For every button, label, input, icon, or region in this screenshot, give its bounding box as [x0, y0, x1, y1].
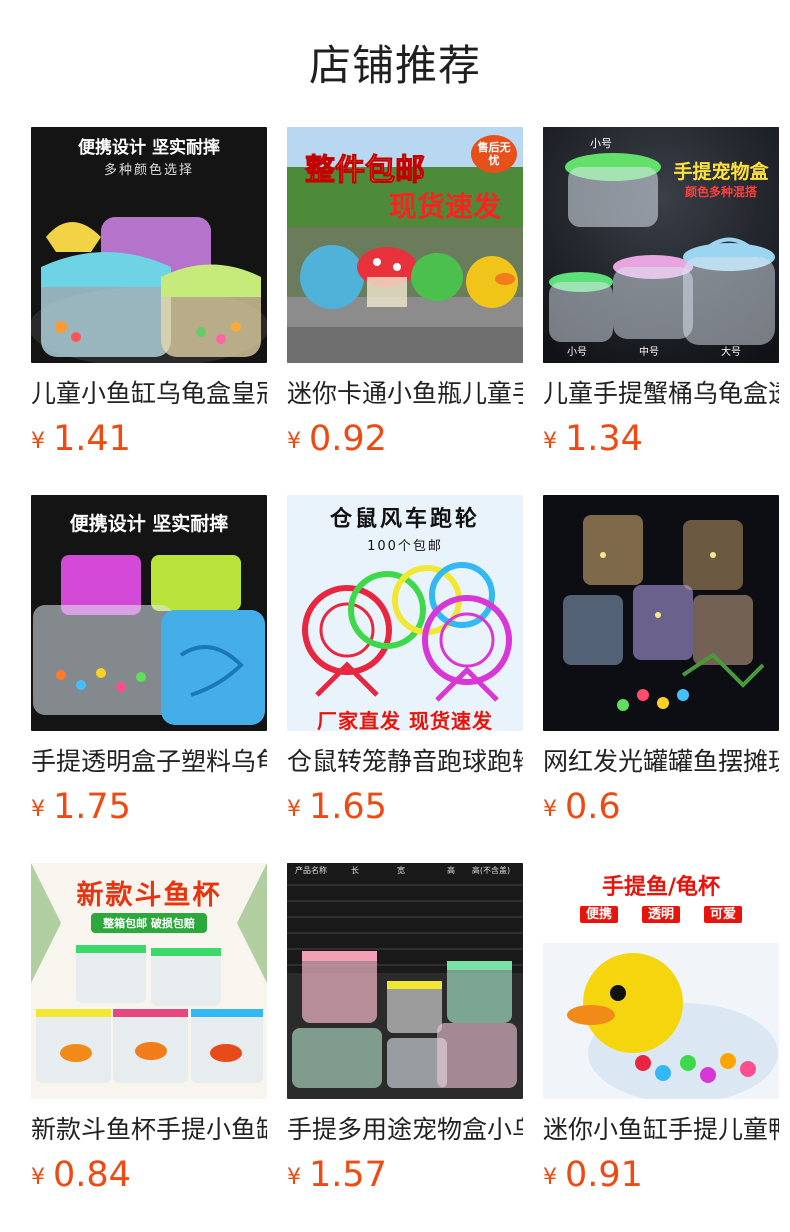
currency-symbol: ¥	[287, 797, 301, 822]
product-name[interactable]: 新款斗鱼杯手提小鱼缸	[31, 1113, 267, 1147]
price-amount: 1.65	[309, 787, 387, 827]
glowing-jars-image[interactable]	[543, 495, 779, 731]
product-name[interactable]: 网红发光罐罐鱼摆摊玩具	[543, 745, 779, 779]
product-price: ¥0.84	[31, 1155, 267, 1195]
product-name[interactable]: 迷你小鱼缸手提儿童鸭子	[543, 1113, 779, 1147]
product-card[interactable]: 仓鼠风车跑轮 100个包邮 厂家直发 现货速发 仓鼠转笼静音跑球跑轮玩具 ¥1.…	[287, 495, 523, 863]
product-name[interactable]: 手提多用途宠物盒小乌龟	[287, 1113, 523, 1147]
price-amount: 1.41	[53, 419, 131, 459]
price-amount: 1.34	[565, 419, 643, 459]
multipurpose-pet-box-image[interactable]: 产品名称 长 宽 高 高(不含盖)	[287, 863, 523, 1099]
product-price: ¥1.65	[287, 787, 523, 827]
product-price: ¥0.91	[543, 1155, 779, 1195]
price-amount: 1.75	[53, 787, 131, 827]
betta-cups-image[interactable]: 新款斗鱼杯 整箱包邮 破损包赔	[31, 863, 267, 1099]
currency-symbol: ¥	[543, 797, 557, 822]
product-card[interactable]: 手提宠物盒 颜色多种混搭 小号 小号 中号 大号 儿童手提蟹桶乌龟盒透明 ¥1.…	[543, 127, 779, 495]
price-amount: 0.91	[565, 1155, 643, 1195]
crown-lid-fish-boxes-image[interactable]: 便携设计 坚实耐摔 多种颜色选择	[31, 127, 267, 363]
currency-symbol: ¥	[31, 1165, 45, 1190]
product-name[interactable]: 手提透明盒子塑料乌龟盒	[31, 745, 267, 779]
currency-symbol: ¥	[31, 429, 45, 454]
section-title: 店铺推荐	[308, 41, 481, 90]
shop-recommendations-page: 店铺推荐 便携设计 坚实耐摔 多种颜色选择 儿童小鱼缸乌龟盒皇 ¥ 1.41 整…	[0, 0, 790, 1232]
currency-symbol: ¥	[543, 429, 557, 454]
duck-fish-cup-image[interactable]: 手提鱼/龟杯 便携 透明 可爱	[543, 863, 779, 1099]
product-price: ¥1.34	[543, 419, 779, 459]
product-name[interactable]: 迷你卡通小鱼瓶儿童手提	[287, 377, 523, 411]
handle-pet-box-image[interactable]: 手提宠物盒 颜色多种混搭 小号 小号 中号 大号	[543, 127, 779, 363]
price-amount: 0.6	[565, 787, 621, 827]
product-card[interactable]: 手提鱼/龟杯 便携 透明 可爱 迷你小鱼缸手提儿童鸭子 ¥0.91	[543, 863, 779, 1231]
price-amount: 0.92	[309, 419, 387, 459]
product-card[interactable]: 便携设计 坚实耐摔 手提透明盒子塑料乌龟盒 ¥1.75	[31, 495, 267, 863]
product-grid: 便携设计 坚实耐摔 多种颜色选择 儿童小鱼缸乌龟盒皇冠手提 ¥1.41	[31, 127, 779, 1231]
cartoon-fish-bottles-image[interactable]: 整件包邮 现货速发 售后无忧	[287, 127, 523, 363]
currency-symbol: ¥	[287, 1165, 301, 1190]
product-price: ¥0.6	[543, 787, 779, 827]
product-price: ¥1.41	[31, 419, 267, 459]
currency-symbol: ¥	[543, 1165, 557, 1190]
product-name[interactable]: 仓鼠转笼静音跑球跑轮玩具	[287, 745, 523, 779]
product-price: ¥0.92	[287, 419, 523, 459]
price-amount: 1.57	[309, 1155, 387, 1195]
product-card[interactable]: 便携设计 坚实耐摔 多种颜色选择 儿童小鱼缸乌龟盒皇冠手提 ¥1.41	[31, 127, 267, 495]
product-price: ¥1.57	[287, 1155, 523, 1195]
product-name[interactable]: 儿童小鱼缸乌龟盒皇冠手提	[31, 377, 267, 411]
hamster-wheel-image[interactable]: 仓鼠风车跑轮 100个包邮 厂家直发 现货速发	[287, 495, 523, 731]
currency-symbol: ¥	[287, 429, 301, 454]
product-card[interactable]: 网红发光罐罐鱼摆摊玩具 ¥0.6	[543, 495, 779, 863]
currency-symbol: ¥	[31, 797, 45, 822]
product-name[interactable]: 儿童手提蟹桶乌龟盒透明	[543, 377, 779, 411]
product-price: ¥1.75	[31, 787, 267, 827]
square-plastic-boxes-image[interactable]: 便携设计 坚实耐摔	[31, 495, 267, 731]
product-card[interactable]: 产品名称 长 宽 高 高(不含盖) 手提多用途宠物盒小乌龟 ¥1.57	[287, 863, 523, 1231]
product-card[interactable]: 整件包邮 现货速发 售后无忧 迷你卡通小鱼瓶儿童手提 ¥0.92	[287, 127, 523, 495]
price-amount: 0.84	[53, 1155, 131, 1195]
product-card[interactable]: 新款斗鱼杯 整箱包邮 破损包赔 新款斗鱼杯手提小鱼缸 ¥0.84	[31, 863, 267, 1231]
